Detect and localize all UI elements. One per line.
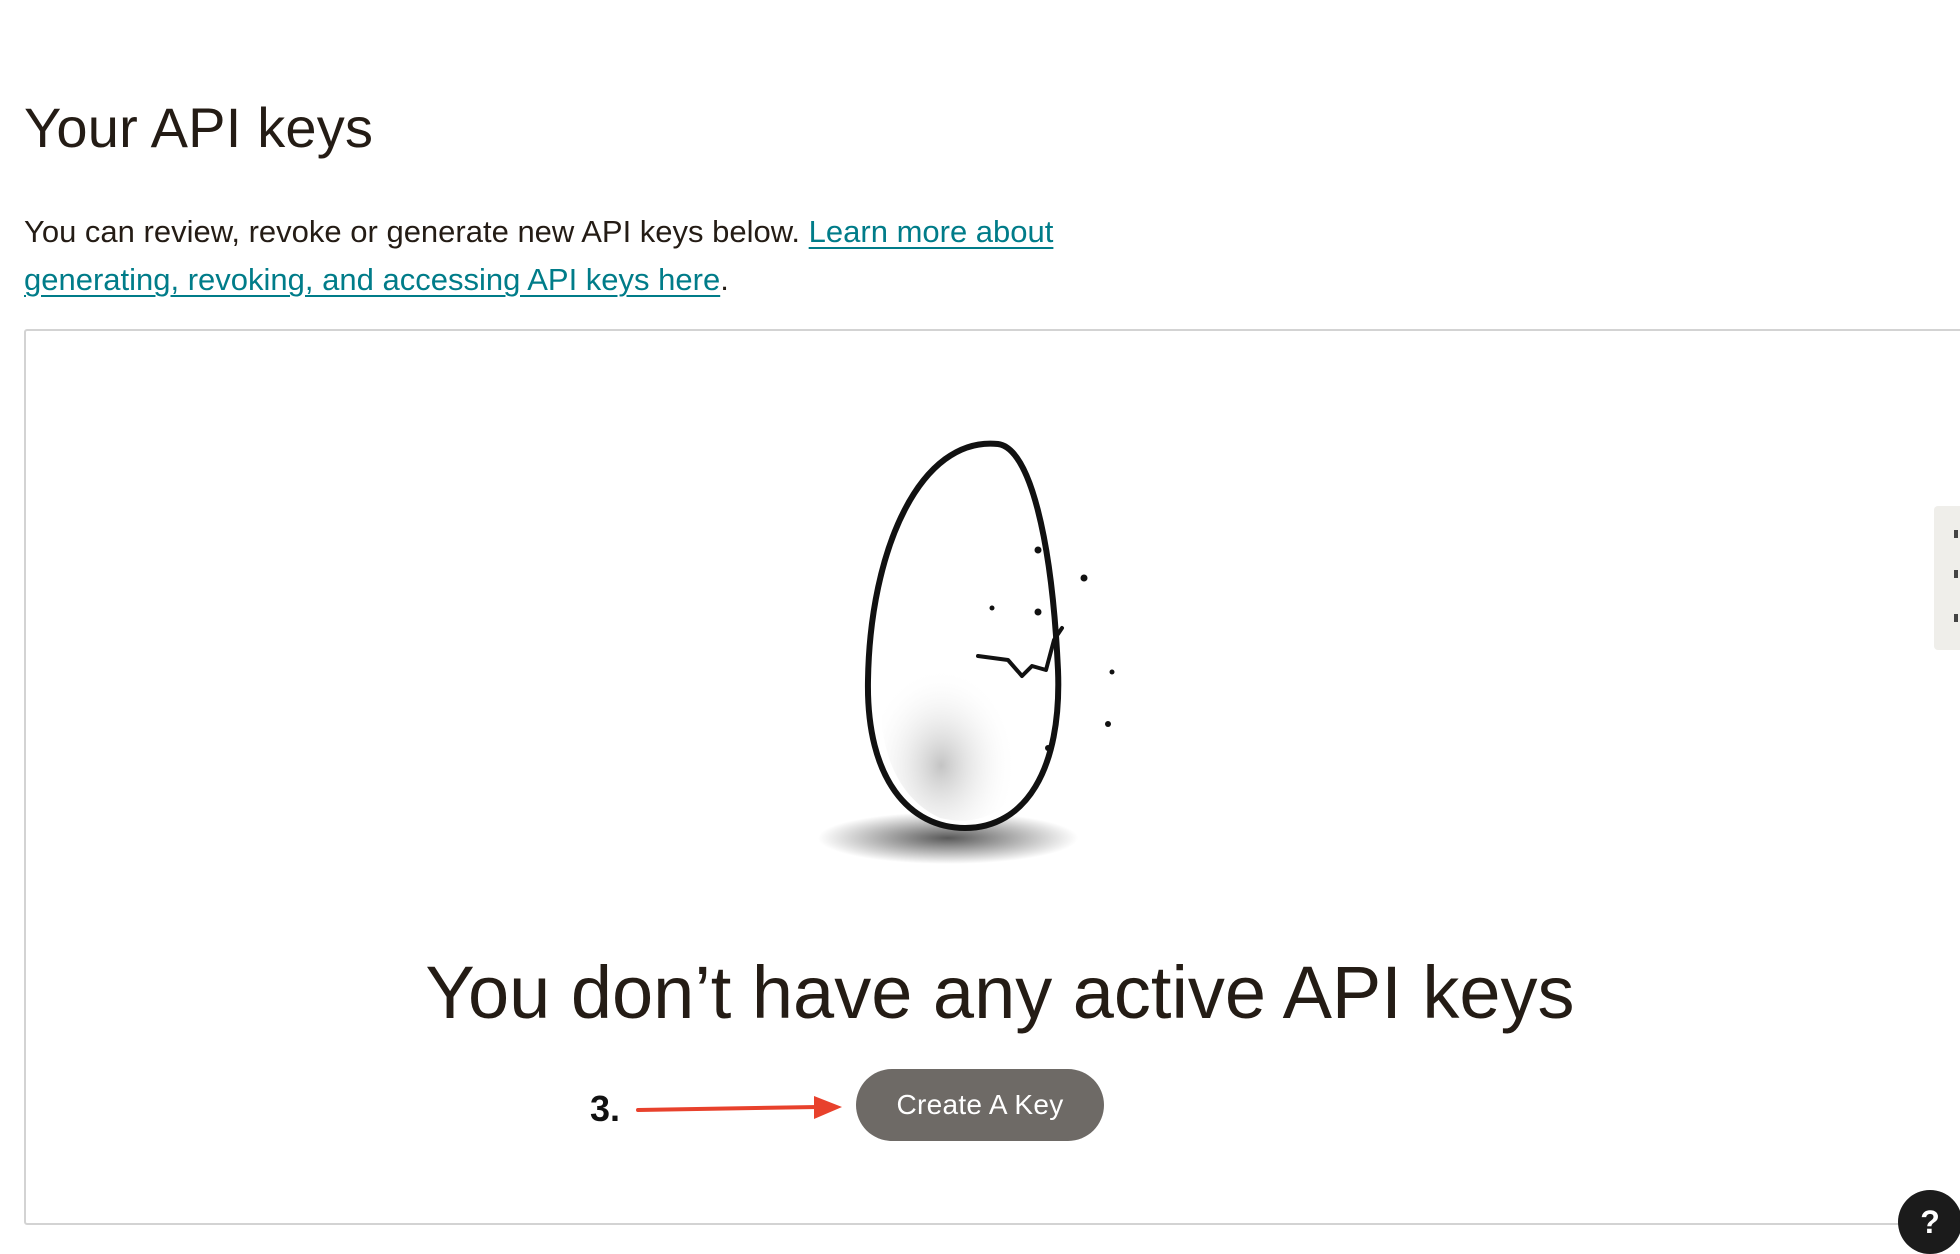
page-title: Your API keys [24,96,374,159]
empty-state-heading: You don’t have any active API keys [425,951,1575,1034]
side-tab-mark [1954,570,1958,578]
intro-description: You can review, revoke or generate new A… [24,214,801,249]
intro-text: You can review, revoke or generate new A… [24,208,1184,304]
side-tab-mark [1954,530,1958,538]
feedback-side-tab[interactable] [1934,506,1960,650]
create-key-button[interactable]: Create A Key [856,1069,1104,1141]
cracked-egg-illustration [818,440,1115,864]
intro-suffix: . [720,262,729,297]
step-annotation-label: 3. [590,1088,621,1129]
annotation-arrow-icon [636,1096,842,1119]
help-button[interactable]: ? [1898,1190,1960,1254]
side-tab-mark [1954,614,1958,622]
